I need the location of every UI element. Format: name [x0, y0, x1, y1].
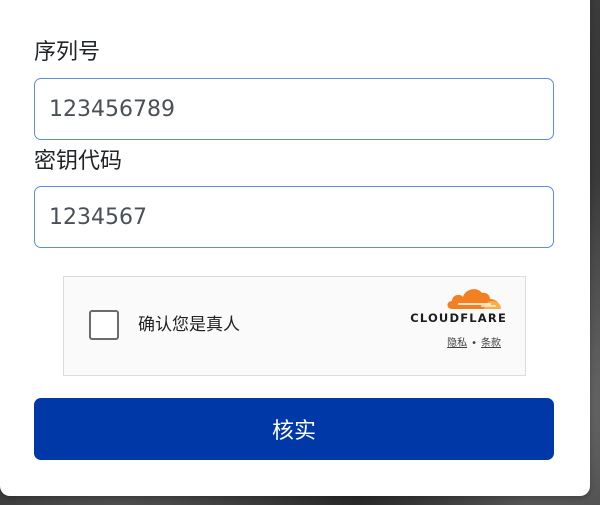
verification-card: 序列号 密钥代码 确认您是真人 CLOUDFLARE 隐私 • 条款 核实 [0, 0, 590, 496]
key-code-label: 密钥代码 [34, 149, 123, 174]
key-code-input[interactable] [34, 186, 554, 248]
privacy-link[interactable]: 隐私 [447, 338, 467, 349]
serial-number-label: 序列号 [34, 40, 101, 65]
serial-number-input[interactable] [34, 78, 554, 140]
human-verification-checkbox[interactable] [89, 310, 119, 340]
cloudflare-wordmark: CLOUDFLARE [410, 311, 507, 325]
human-verification-label: 确认您是真人 [138, 315, 240, 335]
cloudflare-turnstile-widget: 确认您是真人 CLOUDFLARE 隐私 • 条款 [63, 276, 526, 376]
cloudflare-cloud-icon [447, 289, 501, 309]
captcha-footer-links: 隐私 • 条款 [447, 334, 501, 349]
terms-link[interactable]: 条款 [481, 338, 501, 349]
link-separator: • [471, 338, 477, 349]
verify-button[interactable]: 核实 [34, 398, 554, 460]
